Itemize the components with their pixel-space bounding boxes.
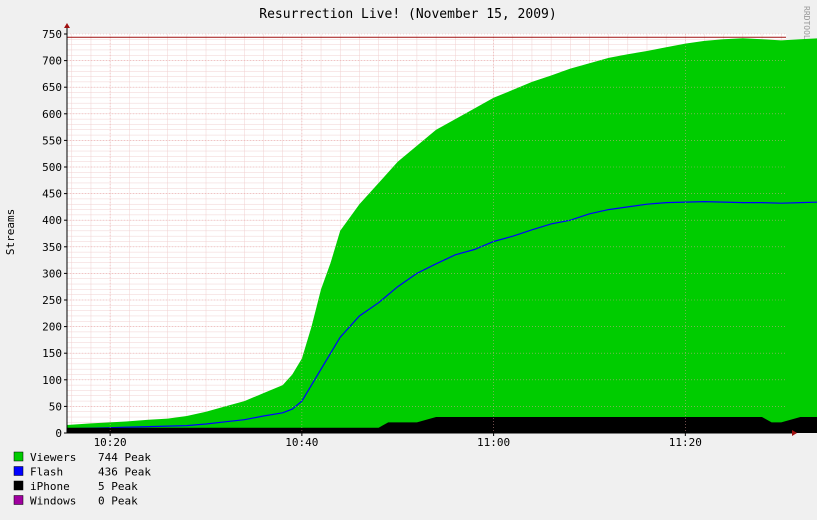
legend-viewers-value: 744 Peak <box>98 451 151 464</box>
legend-flash-value: 436 Peak <box>98 466 151 479</box>
y-tick-label: 450 <box>42 188 62 201</box>
y-tick-label: 400 <box>42 214 62 227</box>
legend-windows-swatch <box>13 495 24 505</box>
legend-viewers-swatch <box>13 451 24 462</box>
y-tick-label: 600 <box>42 108 62 121</box>
y-tick-label: 250 <box>42 294 62 307</box>
y-tick-label: 0 <box>55 427 62 440</box>
legend-iphone-value: 5 Peak <box>98 480 138 493</box>
legend-flash-swatch <box>13 466 24 476</box>
y-tick-label: 350 <box>42 241 62 254</box>
legend-flash-name: Flash <box>30 466 63 479</box>
x-tick-label: 10:40 <box>285 436 318 449</box>
y-axis-label: Streams <box>4 209 17 255</box>
legend-iphone-name: iPhone <box>30 480 70 493</box>
x-tick-label: 11:20 <box>669 436 702 449</box>
x-tick-label: 10:20 <box>94 436 127 449</box>
chart-root: Resurrection Live! (November 15, 2009) S… <box>0 0 817 516</box>
plot-area: 0 50 100 150 200 250 300 350 400 450 500 550 600 650 7… <box>42 23 817 449</box>
y-tick-label: 200 <box>42 321 62 334</box>
y-tick-label: 50 <box>49 400 62 413</box>
legend: Viewers 744 Peak Flash 436 Peak iPhone 5 Peak… <box>13 451 151 508</box>
x-tick-label: 11:00 <box>477 436 510 449</box>
chart-svg: Resurrection Live! (November 15, 2009) S… <box>4 6 817 508</box>
y-tick-label: 100 <box>42 374 62 387</box>
y-tick-label: 700 <box>42 55 62 68</box>
y-tick-label: 650 <box>42 81 62 94</box>
legend-viewers-name: Viewers <box>30 451 76 464</box>
y-tick-label: 150 <box>42 347 62 360</box>
legend-iphone-swatch <box>13 480 24 491</box>
y-tick-label: 500 <box>42 161 62 174</box>
legend-windows-value: 0 Peak <box>98 495 138 508</box>
y-tick-label: 550 <box>42 134 62 147</box>
y-tick-label: 750 <box>42 28 62 41</box>
legend-windows-name: Windows <box>30 495 76 508</box>
y-tick-label: 300 <box>42 267 62 280</box>
chart-title: Resurrection Live! (November 15, 2009) <box>259 7 556 22</box>
y-axis-arrow <box>64 23 70 28</box>
